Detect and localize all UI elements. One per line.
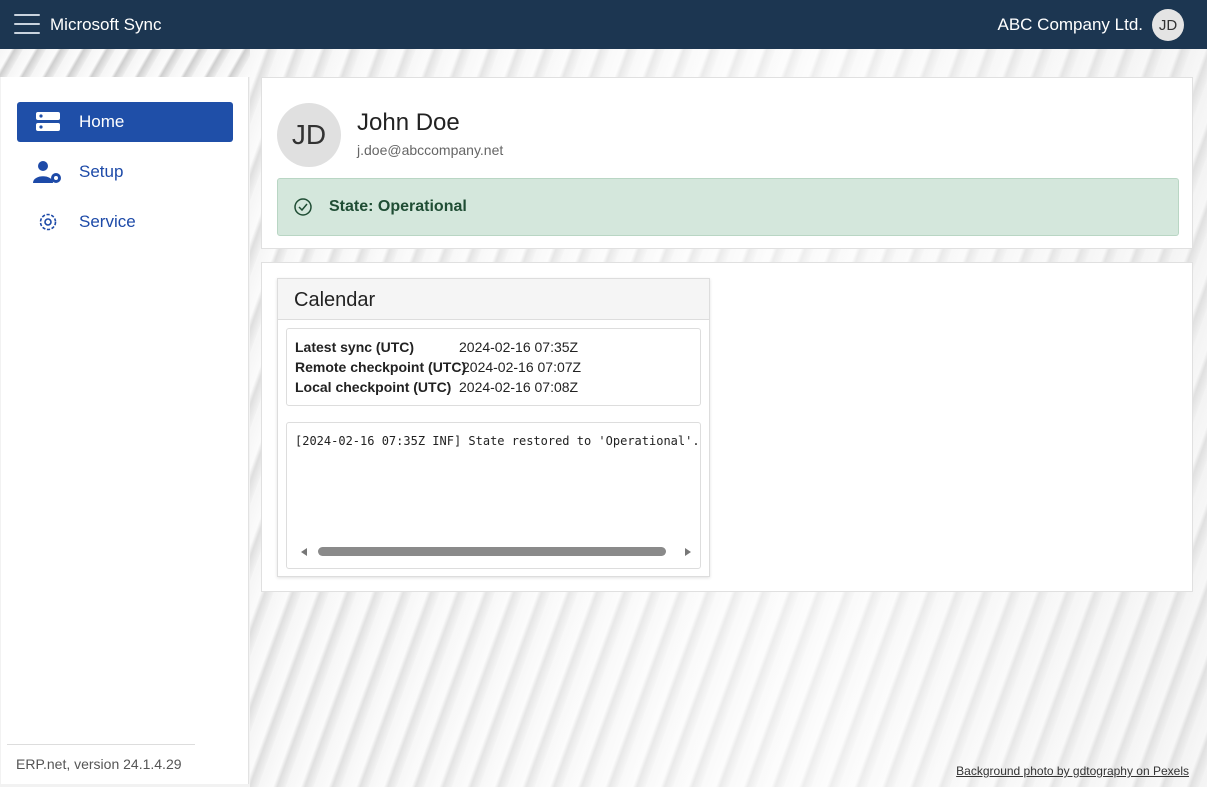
scroll-thumb[interactable]	[318, 547, 666, 556]
sync-row-latest: Latest sync (UTC) 2024-02-16 07:35Z	[295, 339, 578, 355]
background-credit-link[interactable]: Background photo by gdtography on Pexels	[956, 764, 1189, 778]
gear-icon	[17, 211, 79, 233]
sidebar-divider	[7, 744, 195, 745]
sync-row-label: Latest sync (UTC)	[295, 339, 415, 355]
sync-card: Calendar Latest sync (UTC) 2024-02-16 07…	[261, 262, 1193, 592]
version-label: ERP.net, version 24.1.4.29	[16, 756, 182, 772]
sidebar-item-service[interactable]: Service	[17, 202, 233, 242]
profile-avatar: JD	[277, 103, 341, 167]
sync-row-value: 2024-02-16 07:07Z	[462, 359, 582, 375]
profile-email: j.doe@abccompany.net	[357, 142, 504, 158]
user-gear-icon	[17, 160, 79, 184]
sync-row-value: 2024-02-16 07:35Z	[459, 339, 579, 355]
sidebar: Home Setup Service ERP.net, version 24.1…	[1, 77, 249, 784]
company-name[interactable]: ABC Company Ltd.	[997, 15, 1143, 35]
sidebar-item-label: Service	[79, 212, 136, 231]
sidebar-item-home[interactable]: Home	[17, 102, 233, 142]
sync-row-value: 2024-02-16 07:08Z	[459, 379, 579, 395]
log-output[interactable]: [2024-02-16 07:35Z INF] State restored t…	[286, 422, 701, 569]
sync-row-remote: Remote checkpoint (UTC) 2024-02-16 07:07…	[295, 359, 581, 375]
calendar-title: Calendar	[294, 289, 376, 311]
profile-card: JD John Doe j.doe@abccompany.net State: …	[261, 77, 1193, 249]
state-banner: State: Operational	[277, 178, 1179, 236]
state-label: State: Operational	[329, 198, 467, 215]
sidebar-item-label: Setup	[79, 162, 124, 181]
profile-name: John Doe	[357, 109, 460, 136]
check-circle-icon	[293, 197, 313, 217]
calendar-panel: Calendar Latest sync (UTC) 2024-02-16 07…	[277, 278, 710, 577]
sync-row-label: Remote checkpoint (UTC)	[295, 359, 467, 375]
sync-row-label: Local checkpoint (UTC)	[295, 379, 452, 395]
sync-row-local: Local checkpoint (UTC) 2024-02-16 07:08Z	[295, 379, 578, 395]
sidebar-item-label: Home	[79, 112, 125, 131]
server-icon	[17, 111, 79, 133]
scroll-right-arrow-icon[interactable]	[685, 548, 691, 556]
sync-info: Latest sync (UTC) 2024-02-16 07:35Z Remo…	[286, 328, 701, 406]
sidebar-item-setup[interactable]: Setup	[17, 152, 233, 192]
calendar-header: Calendar	[278, 279, 709, 320]
menu-icon[interactable]	[14, 14, 40, 34]
app-title: Microsoft Sync	[50, 15, 162, 34]
horizontal-scrollbar[interactable]	[301, 545, 691, 559]
scroll-left-arrow-icon[interactable]	[301, 548, 307, 556]
user-avatar[interactable]: JD	[1152, 9, 1184, 41]
top-bar: Microsoft Sync ABC Company Ltd. JD	[0, 0, 1207, 49]
log-line: [2024-02-16 07:35Z INF] State restored t…	[295, 434, 700, 448]
